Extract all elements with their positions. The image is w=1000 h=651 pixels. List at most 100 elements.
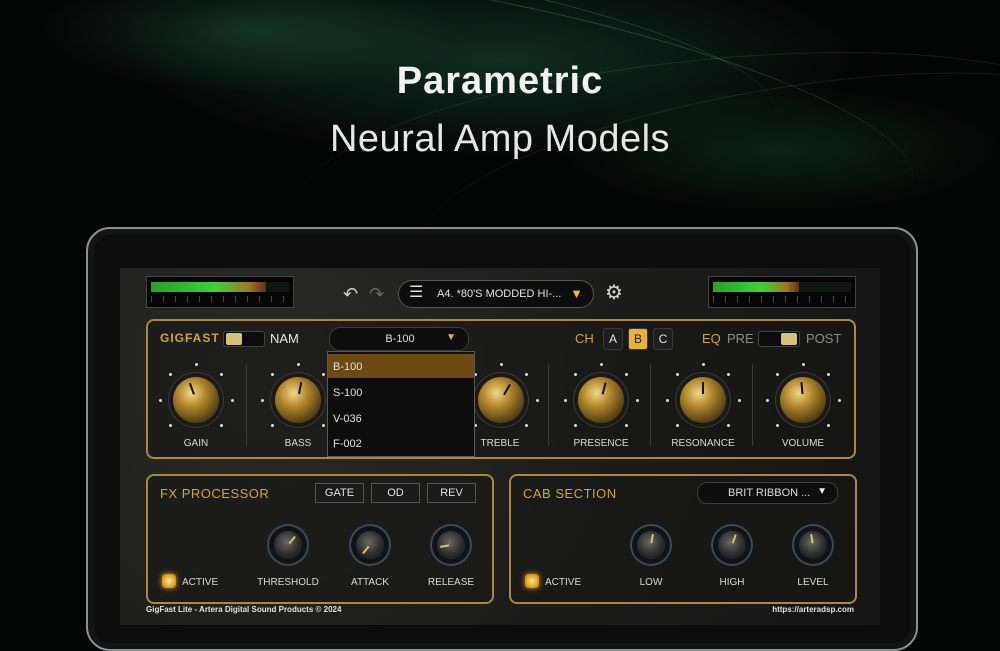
knob-scale-dot bbox=[801, 362, 805, 366]
resonance-knob[interactable] bbox=[680, 377, 726, 423]
knob-scale-dot bbox=[321, 423, 325, 427]
cab-active-led[interactable] bbox=[525, 574, 539, 588]
knob-scale-dot bbox=[194, 362, 198, 366]
knob-scale-dot bbox=[271, 423, 275, 427]
chevron-down-icon: ▼ bbox=[570, 286, 583, 301]
bass-knob[interactable] bbox=[275, 377, 321, 423]
gain-knob[interactable] bbox=[173, 377, 219, 423]
knob-scale-dot bbox=[701, 362, 705, 366]
channel-a-button[interactable]: A bbox=[603, 328, 623, 350]
brand-logo: GIGFAST bbox=[160, 331, 220, 345]
eq-label: EQ bbox=[702, 331, 721, 346]
fx-title: FX PROCESSOR bbox=[160, 486, 270, 501]
knob-scale-dot bbox=[563, 398, 567, 402]
chevron-down-icon: ▼ bbox=[446, 332, 456, 343]
bass-label: BASS bbox=[284, 438, 312, 449]
knob-scale-dot bbox=[535, 398, 539, 402]
footer-copyright: GigFast Lite - Artera Digital Sound Prod… bbox=[146, 605, 342, 614]
release-label: RELEASE bbox=[427, 577, 475, 588]
knob-scale-dot bbox=[230, 398, 234, 402]
knob-scale-dot bbox=[765, 398, 769, 402]
knob-scale-dot bbox=[826, 373, 830, 377]
gate-button[interactable]: GATE bbox=[315, 483, 364, 503]
attack-label: ATTACK bbox=[351, 577, 389, 588]
knob-scale-dot bbox=[158, 398, 162, 402]
treble-knob[interactable] bbox=[478, 377, 524, 423]
cab-active-label: ACTIVE bbox=[545, 577, 582, 588]
knob-scale-dot bbox=[169, 423, 173, 427]
knob-scale-dot bbox=[524, 373, 528, 377]
knob-scale-dot bbox=[837, 398, 841, 402]
nam-label: NAM bbox=[270, 331, 299, 346]
knob-scale-dot bbox=[219, 423, 223, 427]
high-knob[interactable] bbox=[718, 531, 746, 559]
preset-name: A4. *80'S MODDED HI-... bbox=[437, 288, 562, 300]
knob-scale-dot bbox=[260, 398, 264, 402]
volume-knob[interactable] bbox=[780, 377, 826, 423]
input-meter bbox=[146, 276, 294, 308]
gear-icon[interactable]: ⚙ bbox=[605, 283, 623, 303]
cab-title: CAB SECTION bbox=[523, 486, 617, 501]
undo-icon[interactable]: ↶ bbox=[343, 284, 358, 304]
fx-active-label: ACTIVE bbox=[182, 577, 219, 588]
release-knob[interactable] bbox=[437, 531, 465, 559]
knob-scale-dot bbox=[826, 423, 830, 427]
headline-subtitle: Neural Amp Models bbox=[329, 118, 671, 160]
knob-scale-dot bbox=[676, 423, 680, 427]
knob-scale-dot bbox=[776, 423, 780, 427]
knob-scale-dot bbox=[499, 362, 503, 366]
presence-label: PRESENCE bbox=[573, 438, 629, 449]
low-knob[interactable] bbox=[637, 531, 665, 559]
knob-scale-dot bbox=[624, 373, 628, 377]
nam-toggle[interactable] bbox=[223, 331, 265, 347]
high-label: HIGH bbox=[719, 577, 745, 588]
menu-icon[interactable]: ☰ bbox=[409, 285, 423, 301]
gain-label: GAIN bbox=[183, 438, 209, 449]
resonance-label: RESONANCE bbox=[671, 438, 735, 449]
eq-toggle[interactable] bbox=[758, 331, 800, 347]
headline-title: Parametric bbox=[396, 60, 604, 102]
dropdown-item-f002[interactable]: F-002 bbox=[328, 431, 474, 455]
presence-knob[interactable] bbox=[578, 377, 624, 423]
knob-scale-dot bbox=[524, 423, 528, 427]
knob-scale-dot bbox=[296, 362, 300, 366]
treble-label: TREBLE bbox=[480, 438, 520, 449]
preset-selector[interactable]: ☰ A4. *80'S MODDED HI-... ▼ bbox=[398, 280, 594, 308]
knob-scale-dot bbox=[574, 423, 578, 427]
cab-selected: BRIT RIBBON ... bbox=[728, 487, 811, 499]
chevron-down-icon: ▼ bbox=[817, 486, 827, 497]
channel-c-button[interactable]: C bbox=[653, 328, 673, 350]
volume-label: VOLUME bbox=[781, 438, 825, 449]
attack-knob[interactable] bbox=[356, 531, 384, 559]
od-button[interactable]: OD bbox=[371, 483, 420, 503]
knob-scale-dot bbox=[635, 398, 639, 402]
low-label: LOW bbox=[639, 577, 663, 588]
output-meter bbox=[708, 276, 856, 308]
dropdown-item-s100[interactable]: S-100 bbox=[328, 380, 474, 404]
threshold-label: THRESHOLD bbox=[257, 577, 319, 588]
level-knob[interactable] bbox=[799, 531, 827, 559]
knob-scale-dot bbox=[737, 398, 741, 402]
dropdown-item-v036[interactable]: V-036 bbox=[328, 406, 474, 430]
channel-label: CH bbox=[575, 331, 594, 346]
knob-scale-dot bbox=[665, 398, 669, 402]
model-select[interactable]: B-100 ▼ bbox=[329, 327, 469, 351]
rev-button[interactable]: REV bbox=[427, 483, 476, 503]
threshold-knob[interactable] bbox=[274, 531, 302, 559]
knob-scale-dot bbox=[599, 362, 603, 366]
eq-pre-label: PRE bbox=[727, 331, 754, 346]
knob-scale-dot bbox=[321, 373, 325, 377]
dropdown-item-b100[interactable]: B-100 bbox=[328, 354, 474, 378]
cab-select[interactable]: BRIT RIBBON ... ▼ bbox=[697, 482, 838, 504]
eq-post-label: POST bbox=[806, 331, 842, 346]
knob-scale-dot bbox=[624, 423, 628, 427]
fx-active-led[interactable] bbox=[162, 574, 176, 588]
redo-icon[interactable]: ↷ bbox=[369, 284, 384, 304]
knob-scale-dot bbox=[726, 373, 730, 377]
footer-url[interactable]: https://arteradsp.com bbox=[748, 605, 854, 614]
model-dropdown: B-100 S-100 V-036 F-002 bbox=[327, 351, 475, 457]
knob-scale-dot bbox=[219, 373, 223, 377]
knob-scale-dot bbox=[726, 423, 730, 427]
level-label: LEVEL bbox=[797, 577, 829, 588]
channel-b-button[interactable]: B bbox=[628, 328, 648, 350]
